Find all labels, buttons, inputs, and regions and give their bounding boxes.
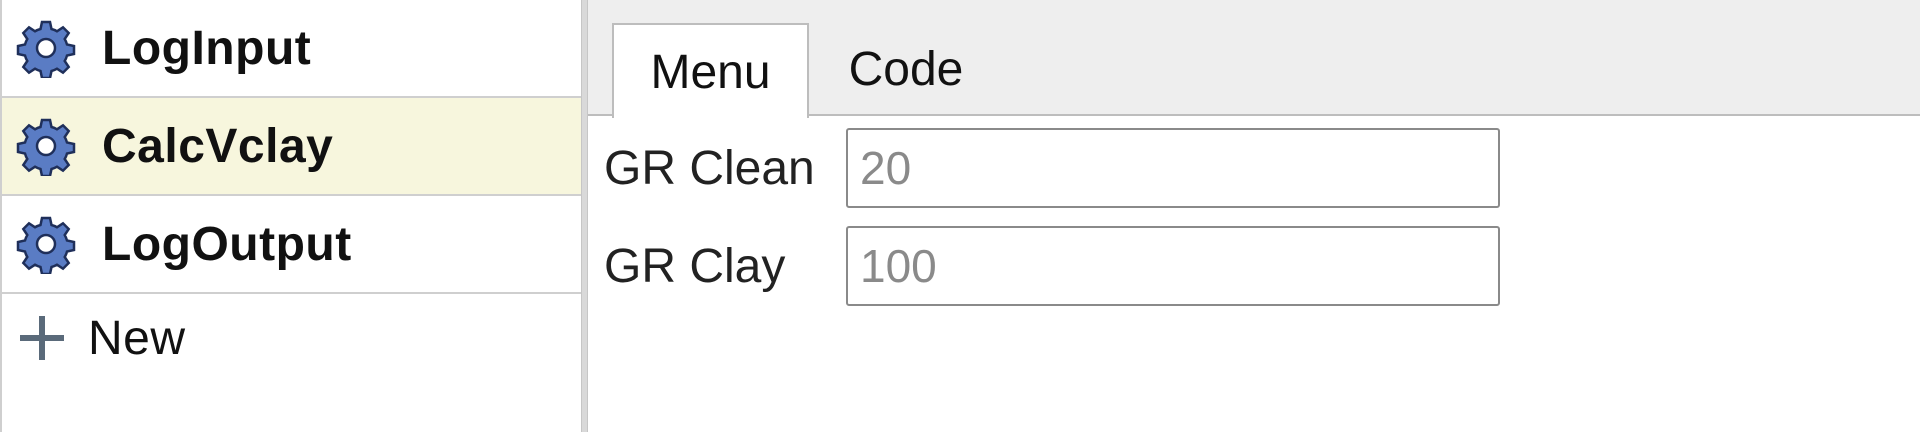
new-node-button[interactable]: New	[2, 294, 581, 382]
node-item-label: LogOutput	[102, 217, 352, 271]
form-row-gr-clay: GR Clay	[588, 226, 1920, 308]
tab-bar: Menu Code	[588, 0, 1920, 118]
gr-clay-label: GR Clay	[604, 240, 786, 293]
new-node-label: New	[88, 311, 186, 365]
form-row-gr-clean: GR Clean	[588, 128, 1920, 210]
gear-icon	[16, 118, 76, 176]
tab-label: Code	[848, 43, 964, 96]
tab-label: Menu	[650, 46, 771, 99]
tab-code[interactable]: Code	[824, 23, 988, 116]
tab-menu[interactable]: Menu	[612, 23, 809, 118]
node-item-loginput[interactable]: LogInput	[2, 0, 581, 98]
node-list-sidebar: LogInput CalcVclay LogOutput New	[0, 0, 581, 432]
gr-clay-input[interactable]	[846, 226, 1500, 306]
node-item-label: LogInput	[102, 21, 312, 75]
app-window: LogInput CalcVclay LogOutput New Menu Co…	[0, 0, 1920, 432]
node-item-calcvclay[interactable]: CalcVclay	[2, 98, 581, 196]
node-item-label: CalcVclay	[102, 119, 334, 173]
node-item-logoutput[interactable]: LogOutput	[2, 196, 581, 294]
plus-icon	[20, 316, 64, 360]
panel-splitter[interactable]	[581, 0, 588, 432]
gear-icon	[16, 216, 76, 274]
gear-icon	[16, 20, 76, 78]
node-editor-panel: Menu Code GR Clean GR Clay	[588, 0, 1920, 432]
gr-clean-label: GR Clean	[604, 142, 815, 195]
gr-clean-input[interactable]	[846, 128, 1500, 208]
